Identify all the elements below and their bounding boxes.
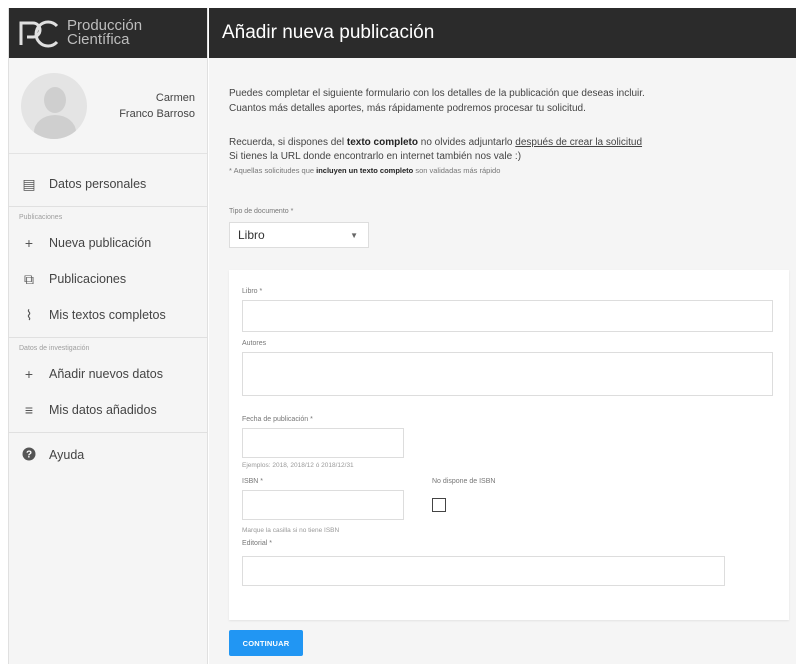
- section-research-data: Datos de investigación: [19, 345, 90, 352]
- reminder-note: * Aquellas solicitudes que incluyen un t…: [229, 166, 501, 175]
- sidebar-item-add-data[interactable]: + Añadir nuevos datos: [9, 356, 207, 392]
- isbn-input[interactable]: [242, 490, 404, 520]
- list-icon: ≡: [24, 402, 34, 418]
- doctype-label: Tipo de documento *: [229, 208, 294, 215]
- user-first-name: Carmen: [155, 91, 195, 104]
- continue-button[interactable]: CONTINUAR: [229, 630, 303, 656]
- isbn-label: ISBN *: [242, 478, 264, 485]
- no-isbn-checkbox[interactable]: [432, 498, 446, 512]
- sidebar-item-full-texts[interactable]: ⌇ Mis textos completos: [9, 297, 207, 333]
- library-icon: ⧉: [24, 270, 34, 287]
- sidebar-item-label: Nueva publicación: [49, 236, 152, 250]
- user-name: Carmen Franco Barroso: [99, 90, 195, 122]
- doctype-value: Libro: [238, 228, 265, 242]
- reminder-text: Recuerda, si dispones del texto completo…: [229, 136, 789, 178]
- sidebar-item-label: Publicaciones: [49, 272, 127, 286]
- intro-line-1: Puedes completar el siguiente formulario…: [229, 88, 645, 99]
- sidebar-item-label: Mis datos añadidos: [49, 403, 157, 417]
- sidebar-item-label: Ayuda: [49, 448, 85, 462]
- reminder-line-1: Recuerda, si dispones del texto completo…: [229, 137, 643, 148]
- publication-form-card: Libro * Autores Fecha de publicación * E…: [229, 270, 789, 620]
- sidebar-item-help[interactable]: ? Ayuda: [9, 437, 207, 473]
- sidebar-item-new-publication[interactable]: + Nueva publicación: [9, 225, 207, 261]
- brand-name: Producción Científica: [67, 18, 142, 48]
- main-content: Puedes completar el siguiente formulario…: [209, 58, 796, 664]
- sidebar-item-label: Mis textos completos: [49, 308, 166, 322]
- plus-icon: +: [24, 235, 34, 251]
- doctype-select[interactable]: Libro ▼: [229, 222, 369, 248]
- book-input[interactable]: [242, 300, 773, 332]
- sidebar-item-label: Datos personales: [49, 177, 147, 191]
- svg-text:?: ?: [26, 449, 32, 460]
- sidebar-item-personal-data[interactable]: ▤ Datos personales: [9, 166, 207, 202]
- help-icon: ?: [21, 447, 37, 464]
- no-isbn-label: No dispone de ISBN: [432, 478, 496, 485]
- publisher-label: Editorial *: [242, 540, 272, 547]
- brand[interactable]: Producción Científica: [9, 8, 207, 58]
- sidebar-item-label: Añadir nuevos datos: [49, 367, 163, 381]
- caret-down-icon: ▼: [350, 231, 358, 240]
- plus-icon: +: [24, 366, 34, 382]
- user-last-name: Franco Barroso: [119, 107, 195, 120]
- intro-line-2: Cuantos más detalles aportes, más rápida…: [229, 103, 586, 114]
- avatar[interactable]: [21, 72, 87, 139]
- isbn-hint: Marque la casilla si no tiene ISBN: [242, 527, 340, 534]
- date-hint: Ejemplos: 2018, 2018/12 ó 2018/12/31: [242, 462, 354, 469]
- date-input[interactable]: [242, 428, 404, 458]
- pc-logo-icon: [19, 20, 59, 48]
- publisher-input[interactable]: [242, 556, 725, 586]
- authors-label: Autores: [242, 340, 267, 347]
- section-publications: Publicaciones: [19, 214, 63, 221]
- id-card-icon: ▤: [22, 175, 36, 192]
- authors-input[interactable]: [242, 352, 773, 396]
- user-profile: Carmen Franco Barroso: [9, 58, 207, 154]
- brand-line2: Científica: [67, 31, 130, 48]
- attachment-icon: ⌇: [25, 306, 33, 323]
- date-label: Fecha de publicación *: [242, 416, 313, 423]
- page-title: Añadir nueva publicación: [209, 8, 796, 58]
- reminder-line-2: Si tienes la URL donde encontrarlo en in…: [229, 151, 522, 162]
- intro-text: Puedes completar el siguiente formulario…: [229, 86, 789, 116]
- sidebar: Producción Científica Carmen Franco Barr…: [8, 8, 208, 664]
- book-label: Libro *: [242, 288, 263, 295]
- sidebar-item-publications[interactable]: ⧉ Publicaciones: [9, 261, 207, 297]
- sidebar-item-my-data[interactable]: ≡ Mis datos añadidos: [9, 392, 207, 428]
- after-request-link: después de crear la solicitud: [515, 137, 643, 148]
